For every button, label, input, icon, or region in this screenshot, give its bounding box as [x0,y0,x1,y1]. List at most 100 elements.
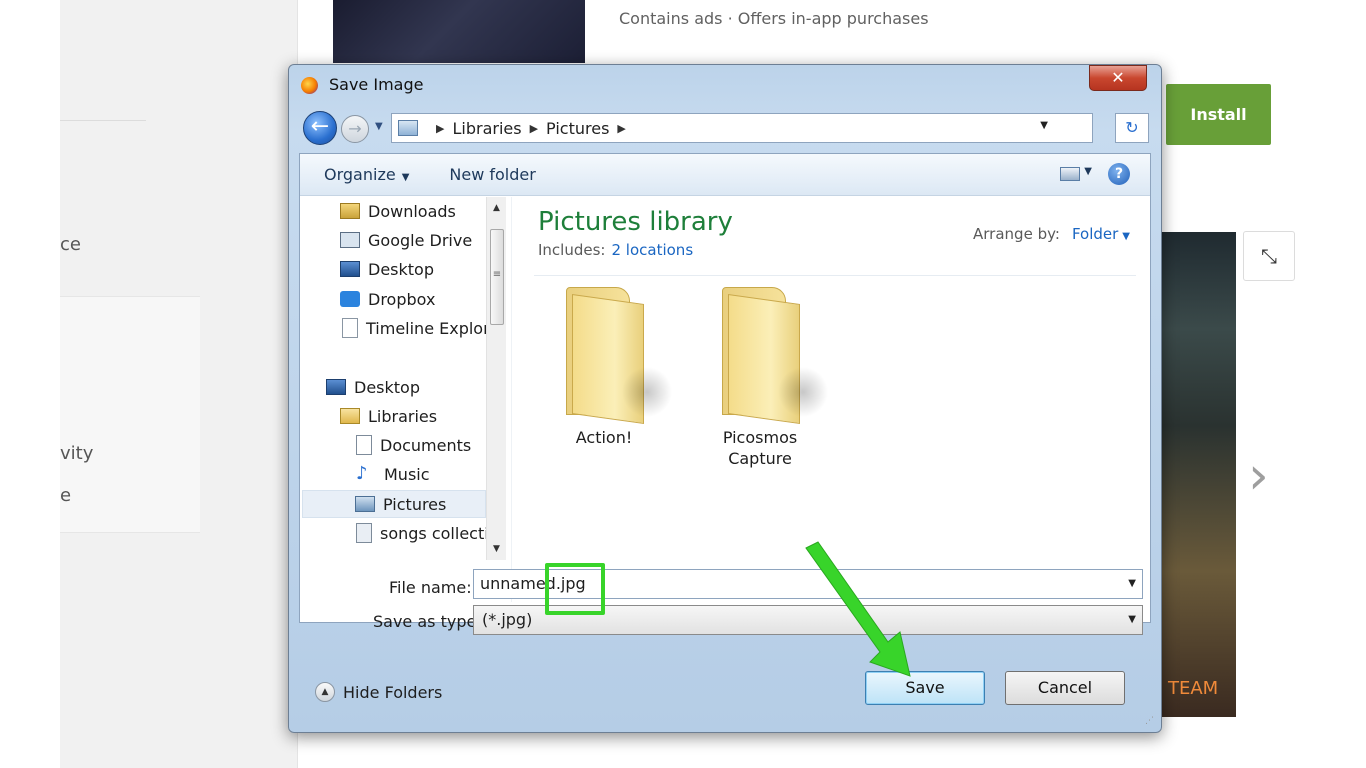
scroll-up-icon[interactable]: ▲ [487,199,506,217]
firefox-icon [301,77,318,94]
breadcrumb-separator[interactable]: ▶ [436,122,444,135]
nav-scrollbar[interactable]: ▲ ≡ ▼ [486,197,506,560]
app-screenshot[interactable]: TEAM [1160,232,1236,717]
breadcrumb-libraries[interactable]: Libraries [452,119,521,138]
scroll-thumb[interactable]: ≡ [490,229,504,325]
arrange-label: Arrange by: [973,225,1060,243]
breadcrumb-separator[interactable]: ▶ [617,122,625,135]
file-icon [342,318,358,338]
nav-item-desktop-root[interactable]: Desktop [326,373,420,401]
chevron-right-icon[interactable]: › [1248,446,1269,506]
sidebar-text[interactable]: ce [60,234,81,255]
nav-item-label: Documents [380,435,472,455]
navigation-pane[interactable]: Downloads Google Drive Desktop Dropbox T… [300,197,512,602]
google-drive-icon [340,232,360,248]
save-type-value: (*.jpg) [482,610,533,629]
title-bar[interactable]: Save Image ✕ [289,65,1161,103]
nav-item-label: Libraries [368,406,438,426]
songs-icon [356,523,372,543]
nav-item-dropbox[interactable]: Dropbox [340,285,435,313]
app-meta: Contains ads · Offers in-app purchases [619,9,929,28]
downloads-icon [340,203,360,219]
view-dropdown-icon[interactable]: ▼ [1084,166,1092,177]
folder-item[interactable]: Action! [544,287,672,477]
scroll-down-icon[interactable]: ▼ [487,540,506,558]
chevron-down-icon: ▼ [401,172,410,183]
nav-item-label: Dropbox [368,289,436,309]
includes-label: Includes: [538,241,606,259]
nav-item-pictures[interactable]: Pictures [302,490,486,518]
address-dropdown-icon[interactable]: ▼ [1040,120,1048,131]
file-name-label: File name: [389,578,472,597]
nav-item-google-drive[interactable]: Google Drive [340,226,472,254]
content-divider [534,275,1136,276]
view-options-icon[interactable] [1060,167,1080,181]
address-bar[interactable]: ▶ Libraries ▶ Pictures ▶ ▼ [391,113,1093,143]
arrange-dropdown[interactable]: Folder [1072,225,1118,243]
nav-item-label: Pictures [383,494,447,514]
nav-item-label: Music [384,464,430,484]
file-name-dropdown-icon[interactable]: ▼ [1128,570,1136,598]
folder-name: Action! [575,428,633,447]
nav-item-label: Desktop [368,259,434,279]
save-type-label: Save as type: [373,612,482,631]
close-button[interactable]: ✕ [1089,65,1147,91]
hide-folders-button[interactable]: ▲ Hide Folders [315,682,442,702]
chevron-up-icon: ▲ [315,682,335,702]
nav-item-label: Downloads [368,201,456,221]
sidebar-text[interactable]: vity [60,443,93,464]
sidebar-text[interactable]: e [60,485,71,506]
app-thumbnail [333,0,585,63]
desktop-icon [340,261,360,277]
back-arrow-icon[interactable]: ← [303,111,337,145]
save-type-dropdown-icon[interactable]: ▼ [1128,606,1136,634]
nav-item-music[interactable]: ♪ Music [356,460,430,488]
desktop-icon [326,379,346,395]
folder-icon [722,287,828,425]
nav-item-label: Desktop [354,377,420,397]
pictures-icon [355,496,375,512]
nav-item-desktop[interactable]: Desktop [340,255,434,283]
breadcrumb-separator[interactable]: ▶ [530,122,538,135]
folder-icon [566,287,672,425]
locations-link[interactable]: 2 locations [611,241,693,259]
store-sidebar: ce vity e [60,0,298,768]
nav-item-downloads[interactable]: Downloads [340,197,456,225]
annotation-arrow [805,541,911,677]
music-icon: ♪ [356,463,368,484]
nav-item-libraries[interactable]: Libraries [340,402,437,430]
save-image-dialog: Save Image ✕ ← → ▼ ▶ Libraries ▶ Picture… [288,64,1162,733]
nav-item-timeline-explorer[interactable]: Timeline Explor [342,314,490,342]
nav-item-label: Timeline Explor [366,318,490,338]
folder-item[interactable]: Picosmos Capture [700,287,828,477]
collapse-icon[interactable]: ⤡ [1243,231,1295,281]
new-folder-button[interactable]: New folder [449,165,535,184]
documents-icon [356,435,372,455]
folder-name: Picosmos Capture [722,428,798,468]
hide-folders-label: Hide Folders [343,682,443,702]
nav-item-songs-collection[interactable]: songs collecti [356,519,489,547]
sidebar-divider [60,120,146,121]
nav-item-label: songs collecti [380,523,489,543]
sidebar-card: vity e [60,296,200,533]
command-toolbar: Organize ▼ New folder ▼ ? [300,154,1150,196]
highlight-box [545,563,605,615]
help-icon[interactable]: ? [1108,163,1130,185]
library-title: Pictures library [538,207,733,237]
navigation-bar: ← → ▼ ▶ Libraries ▶ Pictures ▶ ▼ ↻ [299,109,1149,147]
browser-panel: Organize ▼ New folder ▼ ? Downloads Googl… [299,153,1151,623]
forward-arrow-icon[interactable]: → [341,115,369,143]
dialog-title: Save Image [329,75,424,94]
breadcrumb-pictures[interactable]: Pictures [546,119,609,138]
resize-grip[interactable]: ⋰ [1145,716,1157,728]
recent-pages-icon[interactable]: ▼ [375,121,383,132]
arrange-by: Arrange by: Folder ▼ [973,225,1130,243]
refresh-icon[interactable]: ↻ [1115,113,1149,143]
chevron-down-icon[interactable]: ▼ [1122,231,1130,242]
cancel-button[interactable]: Cancel [1005,671,1125,705]
page-margin [0,0,60,768]
library-includes: Includes: 2 locations [538,241,693,259]
organize-button[interactable]: Organize ▼ [324,165,409,184]
install-button[interactable]: Install [1166,84,1271,145]
nav-item-documents[interactable]: Documents [356,431,471,459]
